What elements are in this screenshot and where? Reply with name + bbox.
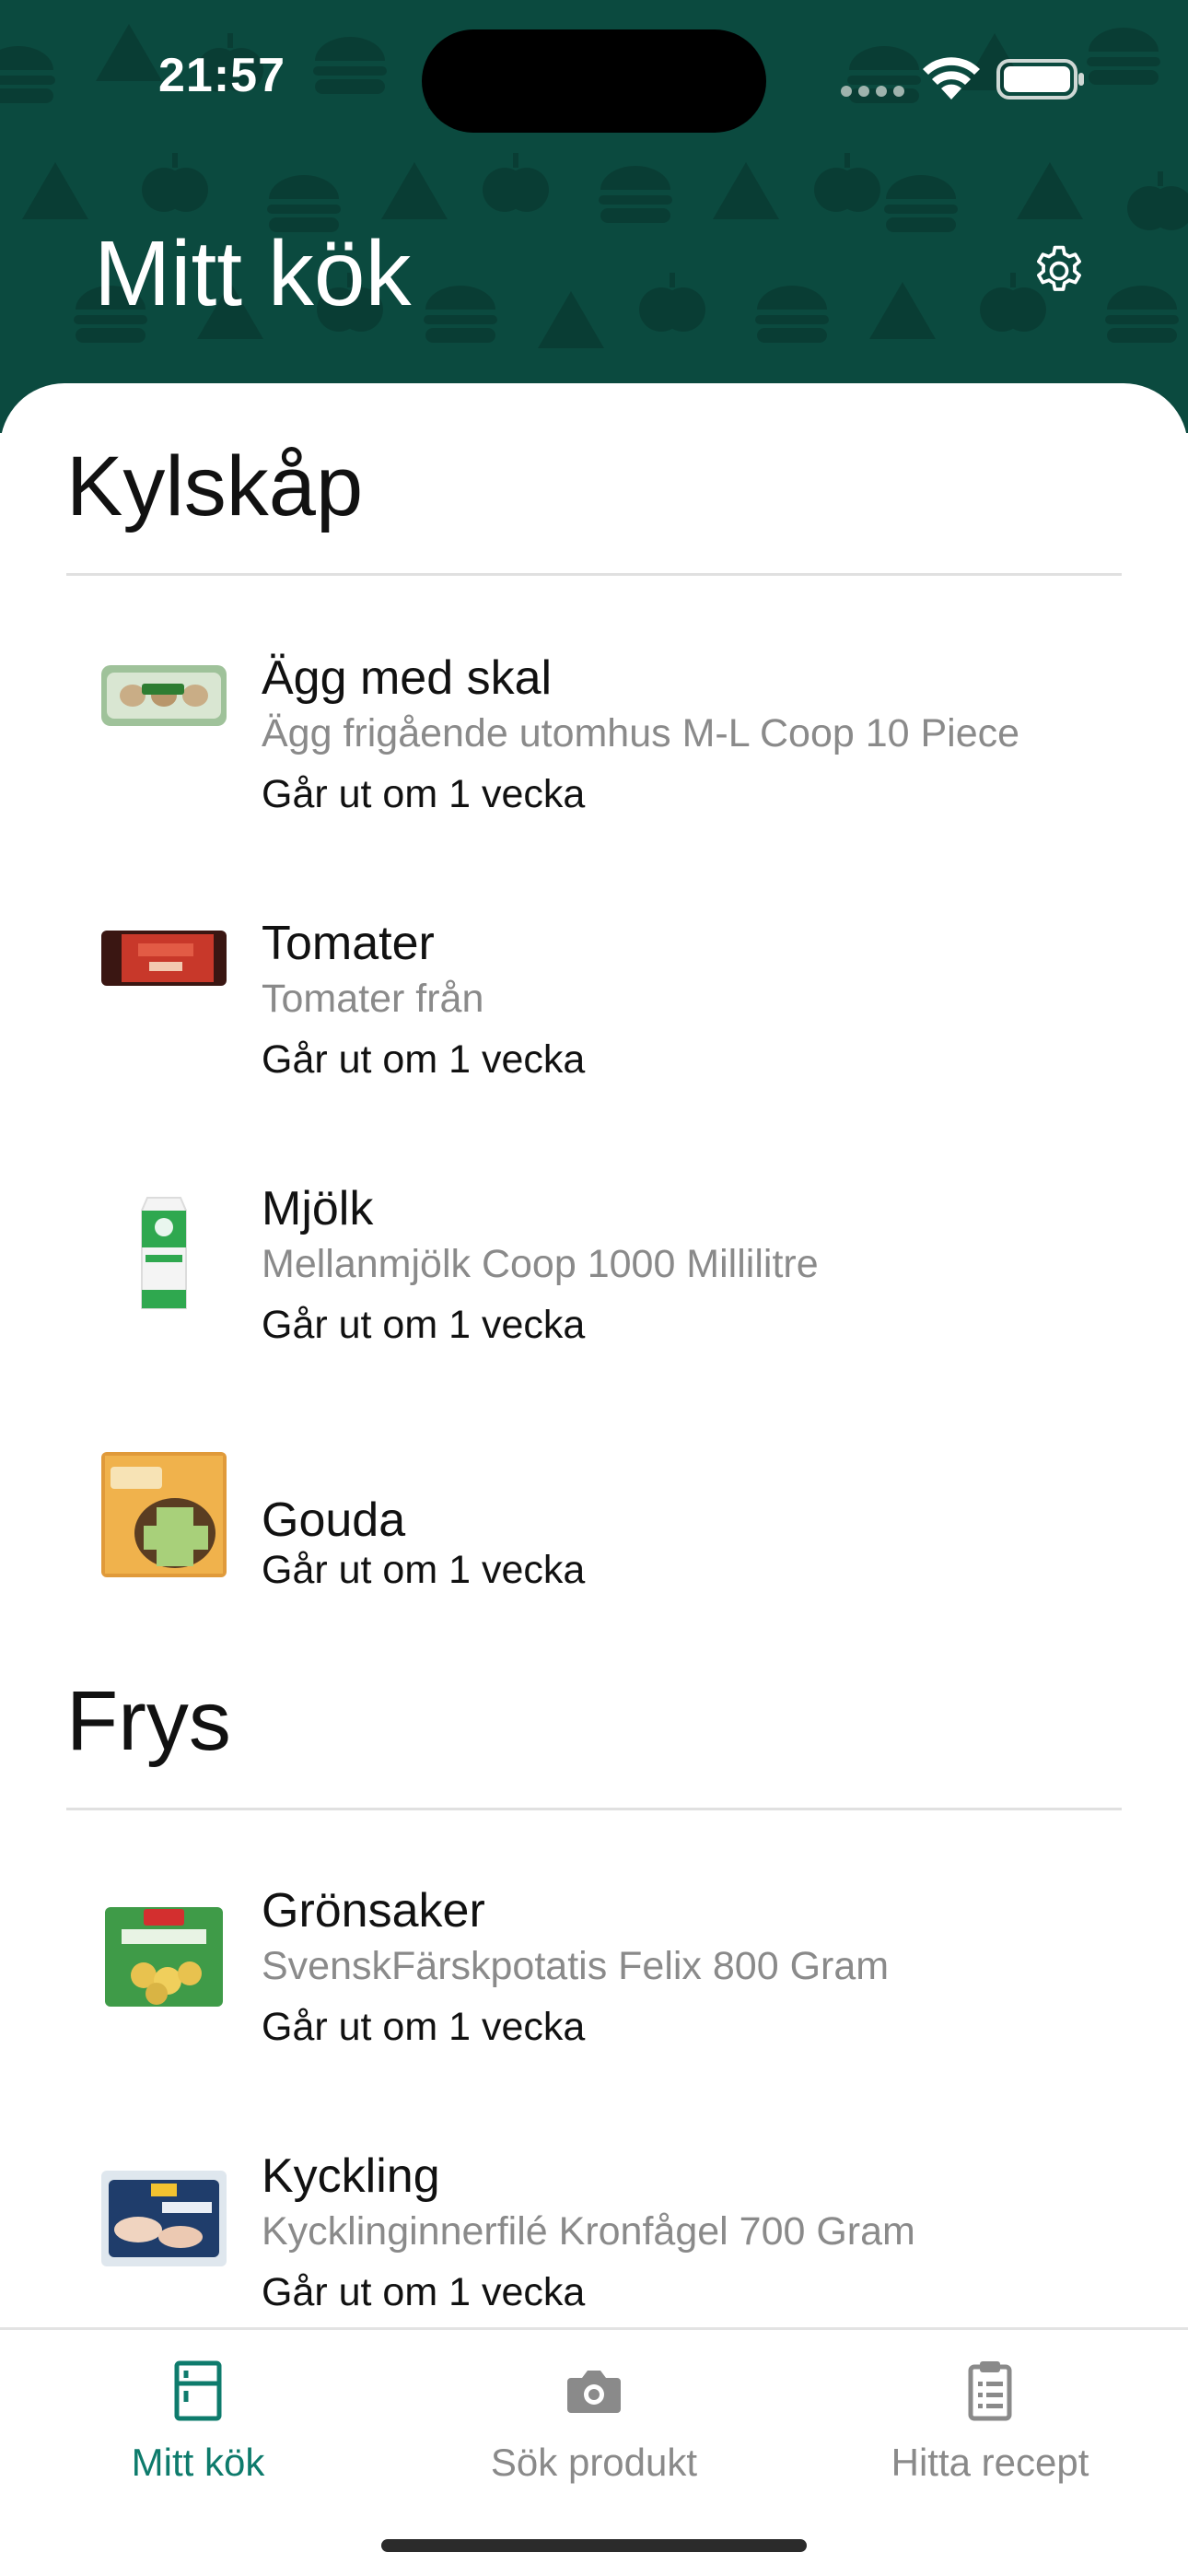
wifi-icon — [923, 57, 980, 100]
tab-mitt-kok[interactable]: Mitt kök — [0, 2330, 396, 2514]
page-title: Mitt kök — [94, 222, 412, 325]
list-item[interactable]: Kyckling Kycklinginnerfilé Kronfågel 700… — [0, 2121, 1188, 2327]
cheese-pack-thumbnail — [101, 1452, 227, 1577]
section-title-frys: Frys — [66, 1674, 231, 1768]
fridge-icon — [174, 2360, 222, 2421]
item-expiry: Går ut om 1 vecka — [262, 2005, 586, 2049]
item-expiry: Går ut om 1 vecka — [262, 772, 586, 816]
camera-icon — [567, 2371, 621, 2413]
list-item[interactable]: Mjölk Mellanmjölk Coop 1000 Millilitre G… — [0, 1153, 1188, 1393]
tomato-pack-thumbnail — [101, 931, 227, 986]
potato-bag-thumbnail — [101, 1902, 227, 2012]
header: 21:57 Mitt kök — [0, 0, 1188, 433]
item-name: Tomater — [262, 917, 435, 970]
list-item[interactable]: Gouda Går ut om 1 vecka — [0, 1417, 1188, 1657]
item-description: Mellanmjölk Coop 1000 Millilitre — [262, 1242, 819, 1286]
clipboard-icon — [968, 2361, 1012, 2421]
item-expiry: Går ut om 1 vecka — [262, 1303, 586, 1347]
home-indicator — [381, 2539, 807, 2552]
gear-icon[interactable] — [1030, 241, 1089, 300]
status-bar: 21:57 — [0, 0, 1188, 157]
section-divider — [66, 1808, 1122, 1810]
chicken-pack-thumbnail — [101, 2171, 227, 2266]
egg-carton-thumbnail — [101, 665, 227, 726]
tab-label: Mitt kök — [131, 2441, 265, 2484]
list-item[interactable]: Ägg med skal Ägg frigående utomhus M-L C… — [0, 623, 1188, 862]
tab-label: Hitta recept — [891, 2441, 1089, 2484]
item-expiry: Går ut om 1 vecka — [262, 1037, 586, 1082]
section-title-kylskap: Kylskåp — [66, 439, 364, 533]
item-name: Grönsaker — [262, 1884, 485, 1938]
item-description: Tomater från — [262, 977, 484, 1021]
inventory-sheet: Kylskåp Ägg med skal Ägg frigående utomh… — [0, 383, 1188, 2327]
item-expiry: Går ut om 1 vecka — [262, 1548, 586, 1592]
item-name: Ägg med skal — [262, 651, 553, 705]
tab-label: Sök produkt — [490, 2441, 698, 2484]
status-time: 21:57 — [158, 49, 285, 102]
tab-hitta-recept[interactable]: Hitta recept — [792, 2330, 1188, 2514]
item-name: Mjölk — [262, 1182, 374, 1235]
item-name: Gouda — [262, 1493, 406, 1547]
milk-carton-thumbnail — [101, 1190, 227, 1316]
item-name: Kyckling — [262, 2149, 440, 2203]
cellular-signal-icon — [841, 86, 904, 97]
tab-sok-produkt[interactable]: Sök produkt — [396, 2330, 792, 2514]
item-description: SvenskFärskpotatis Felix 800 Gram — [262, 1944, 890, 1988]
item-description: Kycklinginnerfilé Kronfågel 700 Gram — [262, 2209, 915, 2254]
list-item[interactable]: Grönsaker SvenskFärskpotatis Felix 800 G… — [0, 1856, 1188, 2095]
battery-icon — [996, 59, 1084, 100]
dynamic-island — [422, 29, 766, 133]
list-item[interactable]: Tomater Tomater från Går ut om 1 vecka — [0, 888, 1188, 1128]
item-expiry: Går ut om 1 vecka — [262, 2270, 586, 2314]
item-description: Ägg frigående utomhus M-L Coop 10 Piece — [262, 711, 1020, 755]
section-divider — [66, 573, 1122, 576]
